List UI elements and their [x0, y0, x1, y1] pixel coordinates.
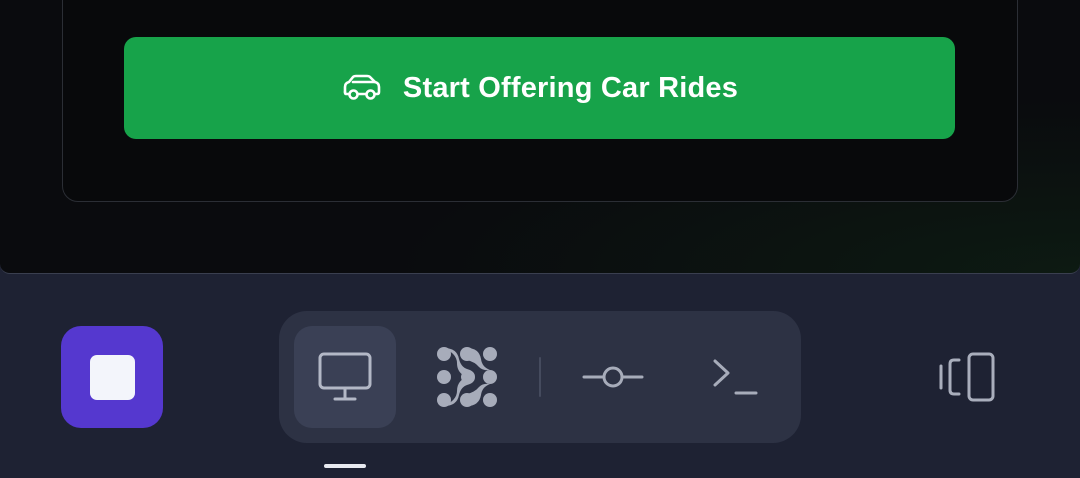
tool-commit[interactable] — [562, 326, 664, 428]
toolbar — [279, 311, 801, 443]
cta-label: Start Offering Car Rides — [402, 71, 739, 104]
home-indicator — [324, 464, 366, 468]
tool-screen[interactable] — [294, 326, 396, 428]
stop-button[interactable] — [61, 326, 163, 428]
device-switch-button[interactable] — [926, 340, 1010, 414]
tool-network[interactable] — [416, 326, 518, 428]
car-icon — [341, 72, 383, 104]
git-commit-icon — [582, 366, 644, 388]
terminal-icon — [713, 359, 758, 395]
toolbar-divider — [539, 357, 541, 397]
device-switch-icon — [939, 352, 995, 402]
start-offering-car-rides-button[interactable]: Start Offering Car Rides — [124, 37, 955, 139]
dots-network-icon — [437, 347, 497, 407]
stop-icon — [89, 354, 135, 400]
bottom-dock — [0, 275, 1080, 478]
monitor-icon — [318, 352, 372, 401]
app-surface: Start Offering Car Rides — [0, 0, 1080, 274]
tool-terminal[interactable] — [684, 326, 786, 428]
